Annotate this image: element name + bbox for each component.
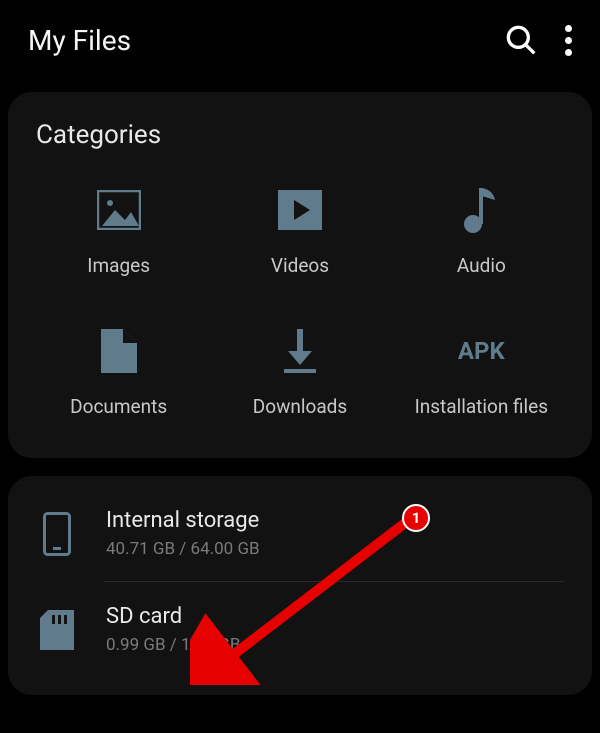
categories-title: Categories xyxy=(28,120,572,150)
search-icon[interactable] xyxy=(505,24,537,56)
categories-panel: Categories Images Videos xyxy=(8,92,592,458)
storage-internal[interactable]: Internal storage 40.71 GB / 64.00 GB xyxy=(8,486,592,581)
category-audio[interactable]: Audio xyxy=(391,186,572,277)
category-label: Installation files xyxy=(415,395,549,418)
category-label: Images xyxy=(87,254,150,277)
category-images[interactable]: Images xyxy=(28,186,209,277)
downloads-icon xyxy=(276,327,324,375)
category-downloads[interactable]: Downloads xyxy=(209,327,390,418)
documents-icon xyxy=(95,327,143,375)
category-documents[interactable]: Documents xyxy=(28,327,209,418)
category-label: Documents xyxy=(70,395,167,418)
header: My Files xyxy=(0,0,600,80)
category-videos[interactable]: Videos xyxy=(209,186,390,277)
annotation-badge: 1 xyxy=(402,504,430,532)
storage-size: 0.99 GB / 1.86 GB xyxy=(106,635,564,655)
storage-size: 40.71 GB / 64.00 GB xyxy=(106,539,564,559)
category-label: Videos xyxy=(271,254,329,277)
sdcard-icon xyxy=(36,609,78,651)
category-installation-files[interactable]: APK Installation files xyxy=(391,327,572,418)
category-label: Downloads xyxy=(253,395,347,418)
audio-icon xyxy=(457,186,505,234)
storage-name: Internal storage xyxy=(106,508,564,533)
storage-panel: Internal storage 40.71 GB / 64.00 GB SD … xyxy=(8,476,592,695)
images-icon xyxy=(95,186,143,234)
storage-name: SD card xyxy=(106,604,564,629)
videos-icon xyxy=(276,186,324,234)
storage-info: Internal storage 40.71 GB / 64.00 GB xyxy=(106,508,564,559)
storage-info: SD card 0.99 GB / 1.86 GB xyxy=(106,604,564,655)
category-label: Audio xyxy=(457,254,506,277)
page-title: My Files xyxy=(28,24,131,57)
more-menu-icon[interactable] xyxy=(565,25,572,56)
apk-icon: APK xyxy=(457,327,505,375)
storage-sdcard[interactable]: SD card 0.99 GB / 1.86 GB xyxy=(8,582,592,677)
header-actions xyxy=(505,24,572,56)
phone-icon xyxy=(36,513,78,555)
categories-grid: Images Videos Audio xyxy=(28,186,572,418)
